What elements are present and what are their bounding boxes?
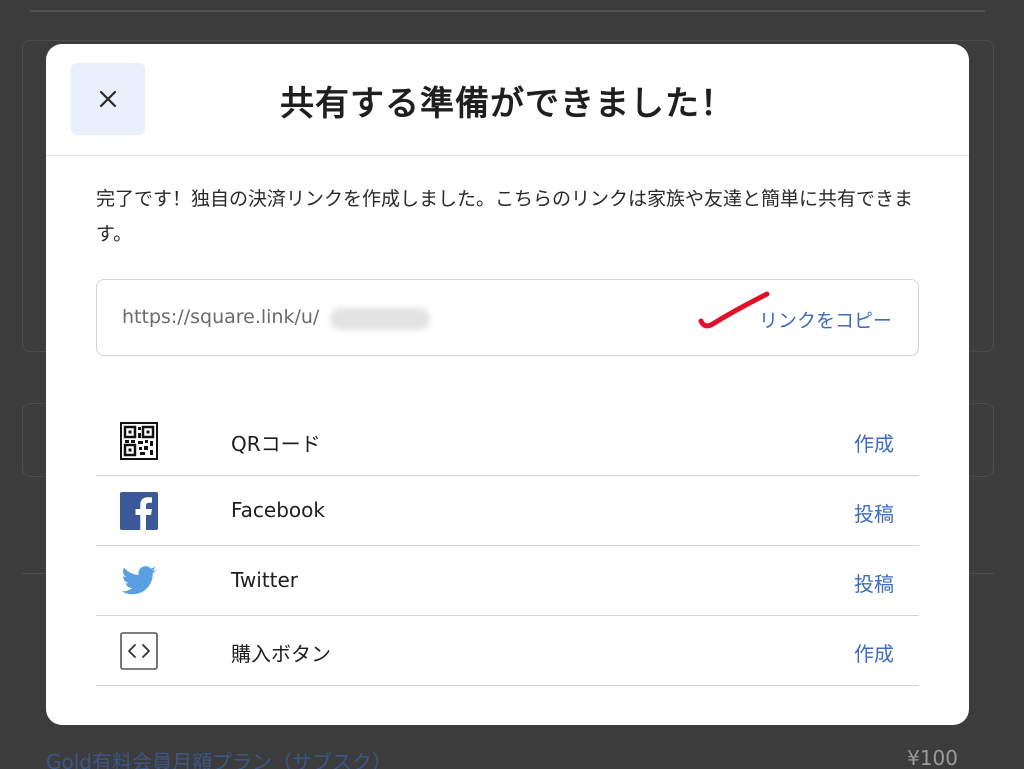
close-icon xyxy=(99,90,117,108)
background-divider xyxy=(30,10,985,12)
twitter-icon xyxy=(121,566,157,595)
share-option-label: 購入ボタン xyxy=(231,642,331,666)
facebook-icon xyxy=(120,492,158,530)
close-button[interactable] xyxy=(71,63,145,135)
modal-description: 完了です！独自の決済リンクを作成しました。こちらのリンクは家族や友達と簡単に共有… xyxy=(96,188,914,245)
share-option-facebook[interactable]: Facebook 投稿 xyxy=(96,476,919,546)
share-modal: 共有する準備ができました！ 完了です！独自の決済リンクを作成しました。こちらのリ… xyxy=(46,44,969,725)
payment-link-url[interactable]: https://square.link/u/ xyxy=(122,306,319,328)
share-option-twitter[interactable]: Twitter 投稿 xyxy=(96,546,919,616)
share-option-label: Twitter xyxy=(231,568,299,592)
code-icon xyxy=(120,632,158,670)
modal-header xyxy=(46,44,969,156)
redacted-link-id xyxy=(330,308,430,330)
post-facebook-button[interactable]: 投稿 xyxy=(854,498,894,527)
create-buy-button[interactable]: 作成 xyxy=(854,638,894,667)
share-option-label: QRコード xyxy=(231,432,321,456)
background-plan-name: Gold有料会員月額プラン（サブスク） xyxy=(46,750,392,769)
post-twitter-button[interactable]: 投稿 xyxy=(854,568,894,597)
copy-link-button[interactable]: リンクをコピー xyxy=(759,306,892,333)
share-option-label: Facebook xyxy=(231,498,325,522)
background-price: ¥100 xyxy=(907,746,958,769)
create-qr-code-button[interactable]: 作成 xyxy=(854,428,894,457)
qr-code-icon xyxy=(120,422,158,460)
payment-link-field[interactable]: https://square.link/u/ リンクをコピー xyxy=(96,279,919,356)
share-option-buy-button[interactable]: 購入ボタン 作成 xyxy=(96,616,919,686)
share-option-qr-code[interactable]: QRコード 作成 xyxy=(96,406,919,476)
